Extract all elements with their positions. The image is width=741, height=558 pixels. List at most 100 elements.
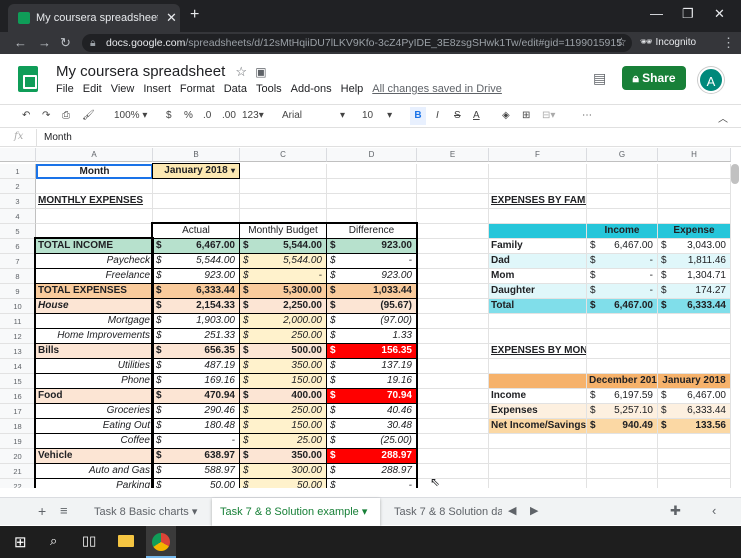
menu-tools[interactable]: Tools	[256, 83, 282, 95]
sheets-logo-icon[interactable]	[18, 66, 38, 92]
cell-d12[interactable]: $1.33	[327, 329, 417, 344]
cell-a17[interactable]: Groceries	[36, 404, 153, 419]
cell-d5[interactable]: Difference	[327, 224, 417, 239]
row-header-4[interactable]: 4	[0, 209, 36, 224]
cell-a16[interactable]: Food	[36, 389, 153, 404]
row-header-6[interactable]: 6	[0, 239, 36, 254]
cell-g6[interactable]: $6,467.00	[587, 239, 658, 254]
share-button[interactable]: 🔒︎ Share	[622, 66, 686, 90]
cell-a12[interactable]: Home Improvements	[36, 329, 153, 344]
cell-a7[interactable]: Paycheck	[36, 254, 153, 269]
move-folder-icon[interactable]: ▣	[255, 65, 266, 79]
save-status-link[interactable]: All changes saved in Drive	[372, 83, 502, 95]
currency-format-button[interactable]: $	[166, 110, 172, 121]
sheet-tab-solution-da[interactable]: Task 7 & 8 Solution da	[386, 498, 502, 526]
cell-b20[interactable]: $638.97	[153, 449, 240, 464]
more-toolbar-icon[interactable]: ⋯	[582, 110, 592, 121]
cell-g17[interactable]: $5,257.10	[587, 404, 658, 419]
window-close-icon[interactable]: ✕	[714, 6, 725, 22]
cell-c11[interactable]: $2,000.00	[240, 314, 327, 329]
cell-c12[interactable]: $250.00	[240, 329, 327, 344]
cell-a1[interactable]: Month	[36, 164, 153, 179]
cell-d13[interactable]: $156.35	[327, 344, 417, 359]
cell-d21[interactable]: $288.97	[327, 464, 417, 479]
cell-f16[interactable]: Income	[489, 389, 587, 404]
cell-d9[interactable]: $1,033.44	[327, 284, 417, 299]
row-header-5[interactable]: 5	[0, 224, 36, 239]
cell-b21[interactable]: $588.97	[153, 464, 240, 479]
cell-d8[interactable]: $923.00	[327, 269, 417, 284]
cell-c22[interactable]: $50.00	[240, 479, 327, 488]
cell-g18[interactable]: $940.49	[587, 419, 658, 434]
cell-b6[interactable]: $6,467.00	[153, 239, 240, 254]
cell-h6[interactable]: $3,043.00	[658, 239, 731, 254]
cell-h5[interactable]: Expense	[658, 224, 731, 239]
forward-icon[interactable]: →	[38, 35, 51, 50]
zoom-select[interactable]: 100% ▾	[114, 110, 147, 121]
menu-help[interactable]: Help	[341, 83, 364, 95]
row-header-14[interactable]: 14	[0, 359, 36, 374]
task-view-icon[interactable]: ▯▯	[82, 533, 96, 549]
file-explorer-icon[interactable]	[118, 535, 134, 547]
back-icon[interactable]: ←	[14, 35, 27, 50]
spreadsheet-grid[interactable]: ABCDEFGH 1 2 3 4 5 6 7 8 9 10 11 12 13 14 15 16 17 18 19 20…	[0, 148, 741, 488]
fill-color-icon[interactable]: ◈	[502, 110, 510, 121]
cell-d11[interactable]: $ (97.00)	[327, 314, 417, 329]
more-formats-select[interactable]: 123▾	[242, 110, 264, 121]
star-icon[interactable]: ☆	[616, 35, 627, 49]
sheet-tab-solution-example[interactable]: Task 7 & 8 Solution example ▾	[212, 498, 380, 526]
star-doc-icon[interactable]: ☆	[235, 64, 247, 79]
cell-a18[interactable]: Eating Out	[36, 419, 153, 434]
menu-data[interactable]: Data	[224, 83, 247, 95]
cell-b11[interactable]: $1,903.00	[153, 314, 240, 329]
cell-f13[interactable]: EXPENSES BY MONTH	[489, 344, 587, 359]
column-header-g[interactable]: G	[587, 148, 658, 162]
cell-g9[interactable]: $ -	[587, 284, 658, 299]
cell-f6[interactable]: Family	[489, 239, 587, 254]
cell-c14[interactable]: $350.00	[240, 359, 327, 374]
cell-h8[interactable]: $1,304.71	[658, 269, 731, 284]
cell-d16[interactable]: $70.94	[327, 389, 417, 404]
cell-b16[interactable]: $470.94	[153, 389, 240, 404]
incognito-indicator[interactable]: 🕶︎ Incognito	[640, 34, 696, 52]
url-field[interactable]: 🔒︎ docs.google.com/spreadsheets/d/12sMtH…	[82, 34, 632, 52]
menu-edit[interactable]: Edit	[83, 83, 102, 95]
row-header-16[interactable]: 16	[0, 389, 36, 404]
cell-d10[interactable]: $ (95.67)	[327, 299, 417, 314]
cell-a6[interactable]: TOTAL INCOME	[36, 239, 153, 254]
cell-g16[interactable]: $6,197.59	[587, 389, 658, 404]
cell-c20[interactable]: $350.00	[240, 449, 327, 464]
cell-b5[interactable]: Actual	[153, 224, 240, 239]
cell-d17[interactable]: $40.46	[327, 404, 417, 419]
row-header-17[interactable]: 17	[0, 404, 36, 419]
cell-b14[interactable]: $487.19	[153, 359, 240, 374]
cell-b9[interactable]: $6,333.44	[153, 284, 240, 299]
minimize-icon[interactable]: —	[650, 6, 663, 21]
sheet-tab-basic-charts[interactable]: Task 8 Basic charts ▾	[86, 498, 210, 526]
cell-d22[interactable]: $ -	[327, 479, 417, 488]
row-header-12[interactable]: 12	[0, 329, 36, 344]
scroll-tabs-left-icon[interactable]: ◀	[508, 504, 516, 517]
cell-b15[interactable]: $169.16	[153, 374, 240, 389]
reload-icon[interactable]: ↻	[60, 35, 71, 51]
formula-input[interactable]: Month	[44, 132, 72, 143]
cell-c8[interactable]: $ -	[240, 269, 327, 284]
chevron-down-icon[interactable]: ▾	[362, 506, 368, 518]
cell-h9[interactable]: $174.27	[658, 284, 731, 299]
row-header-10[interactable]: 10	[0, 299, 36, 314]
cell-f8[interactable]: Mom	[489, 269, 587, 284]
cell-b22[interactable]: $50.00	[153, 479, 240, 488]
side-panel-toggle-icon[interactable]: ‹	[712, 503, 716, 518]
cell-f3[interactable]: EXPENSES BY FAMILY MEMBER	[489, 194, 587, 209]
cell-c7[interactable]: $5,544.00	[240, 254, 327, 269]
menu-format[interactable]: Format	[180, 83, 215, 95]
column-header-d[interactable]: D	[327, 148, 417, 162]
restore-icon[interactable]: ❐	[682, 6, 694, 22]
row-header-7[interactable]: 7	[0, 254, 36, 269]
cell-g15[interactable]: December 2017	[587, 374, 658, 389]
explore-icon[interactable]: ✚	[670, 503, 681, 519]
browser-menu-icon[interactable]: ⋮	[722, 35, 735, 51]
cell-h17[interactable]: $6,333.44	[658, 404, 731, 419]
cell-f9[interactable]: Daughter	[489, 284, 587, 299]
cell-a13[interactable]: Bills	[36, 344, 153, 359]
